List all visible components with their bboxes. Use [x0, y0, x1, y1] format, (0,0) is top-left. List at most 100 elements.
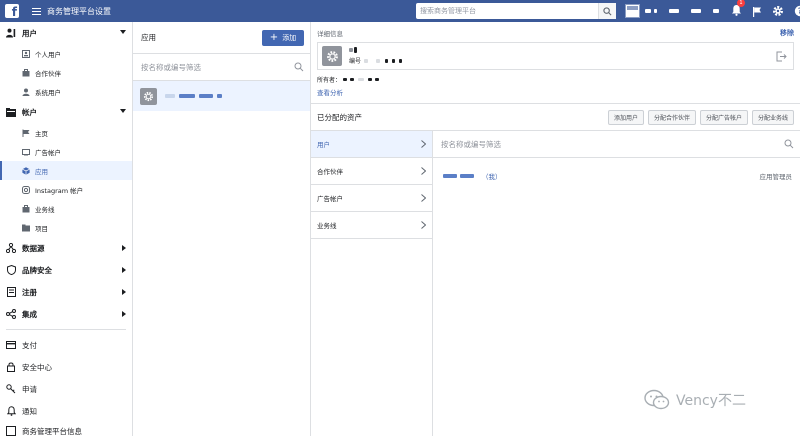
sidebar-item-data-sources[interactable]: 数据源 [0, 237, 132, 259]
facebook-logo-icon[interactable]: f [5, 4, 19, 18]
assign-ad-account-button[interactable]: 分配广告帐户 [699, 110, 748, 125]
user-row[interactable]: （我） 应用管理员 [433, 158, 800, 194]
business-avatar[interactable] [625, 4, 640, 18]
blurred-text [179, 94, 195, 98]
sidebar-item-pages[interactable]: 主页 [0, 123, 132, 142]
category-label: 业务线 [317, 222, 337, 230]
sidebar-item-partners[interactable]: 合作伙伴 [0, 63, 132, 82]
ad-account-icon [21, 148, 30, 155]
sidebar-item-integrations[interactable]: 集成 [0, 303, 132, 325]
app-list-item[interactable] [133, 81, 310, 111]
details-label: 详细信息 [317, 30, 343, 38]
sidebar-item-ad-accounts[interactable]: 广告帐户 [0, 142, 132, 161]
remove-app-link[interactable]: 移除 [780, 28, 794, 38]
app-list-panel: 应用 + 添加 [133, 22, 311, 436]
business-line-icon [22, 204, 29, 212]
add-app-button[interactable]: + 添加 [262, 30, 304, 46]
assign-partner-button[interactable]: 分配合作伙伴 [647, 110, 696, 125]
sidebar-item-notifications[interactable]: 通知 [0, 400, 132, 422]
integration-icon [6, 309, 16, 319]
menu-icon[interactable] [32, 7, 41, 15]
folder-icon [6, 107, 16, 117]
key-icon [6, 384, 16, 394]
sidebar-item-instagram-accounts[interactable]: Instagram 帐户 [0, 180, 132, 199]
sidebar-section-label: 帐户 [22, 107, 37, 117]
blurred-text [691, 9, 701, 13]
caret-right-icon [122, 245, 126, 251]
gear-icon[interactable] [772, 5, 784, 17]
category-business-lines[interactable]: 业务线 [311, 212, 432, 239]
category-ad-accounts[interactable]: 广告帐户 [311, 185, 432, 212]
user-filter-input[interactable] [433, 139, 753, 149]
shield-icon [6, 265, 16, 275]
app-details: 详细信息 移除 编号 所有者 ： 查看分析 [311, 22, 800, 104]
sidebar-item-security-center[interactable]: 安全中心 [0, 356, 132, 378]
sidebar-item-brand-safety[interactable]: 品牌安全 [0, 259, 132, 281]
info-icon [6, 426, 16, 436]
assign-business-line-button[interactable]: 分配业务线 [751, 110, 794, 125]
sidebar-item-label: 通知 [22, 406, 37, 416]
watermark-text: Vency不二 [676, 393, 746, 409]
blurred-text [368, 78, 373, 81]
data-source-icon [6, 243, 16, 253]
blurred-text [343, 78, 348, 81]
top-bar: f 商务管理平台设置 1 ? [0, 0, 800, 22]
caret-down-icon [120, 30, 126, 34]
blurred-text [364, 58, 369, 63]
sidebar-section-users[interactable]: 用户 [0, 22, 132, 44]
system-user-icon [22, 88, 29, 96]
sidebar-item-label: 注册 [22, 287, 37, 297]
blurred-text [392, 58, 396, 63]
caret-right-icon [122, 267, 126, 273]
app-id-label: 编号 [349, 58, 362, 65]
add-app-label: 添加 [282, 34, 297, 42]
search-box [416, 3, 616, 19]
blurred-text [358, 78, 365, 81]
sidebar-item-people[interactable]: 个人用户 [0, 44, 132, 63]
sidebar-item-label: 申请 [22, 384, 37, 394]
blurred-text [713, 9, 719, 13]
caret-down-icon [120, 109, 126, 113]
sidebar-item-label: 商务管理平台信息 [22, 427, 82, 436]
sidebar-item-business-lines[interactable]: 业务线 [0, 199, 132, 218]
exit-icon[interactable] [776, 51, 787, 62]
view-analytics-link[interactable]: 查看分析 [317, 87, 794, 97]
sidebar-item-registrations[interactable]: 注册 [0, 281, 132, 303]
category-users[interactable]: 用户 [311, 131, 432, 158]
sidebar-item-label: 个人用户 [35, 50, 61, 59]
sidebar-divider [6, 329, 126, 330]
category-partners[interactable]: 合作伙伴 [311, 158, 432, 185]
cube-icon [21, 166, 30, 175]
app-filter-input[interactable] [133, 62, 283, 72]
search-input[interactable] [416, 4, 596, 18]
blurred-text [669, 9, 679, 13]
sidebar-item-business-info[interactable]: 商务管理平台信息 [0, 422, 132, 436]
people-icon [6, 28, 16, 38]
blurred-text [165, 94, 175, 98]
sidebar-item-apps[interactable]: 应用 [0, 161, 132, 180]
help-icon[interactable]: ? [794, 5, 800, 17]
blurred-text [399, 58, 403, 63]
notifications-button[interactable]: 1 [731, 0, 745, 18]
sidebar-section-accounts[interactable]: 帐户 [0, 101, 132, 123]
flag-icon[interactable] [752, 6, 762, 17]
app-list-header: 应用 + 添加 [133, 22, 310, 54]
blurred-text [443, 174, 457, 178]
sidebar-item-projects[interactable]: 项目 [0, 218, 132, 237]
register-icon [6, 287, 16, 297]
app-card: 编号 [317, 42, 794, 70]
add-user-button[interactable]: 添加用户 [607, 110, 644, 125]
app-filter [133, 54, 310, 81]
blurred-text [376, 58, 381, 63]
search-button[interactable] [598, 3, 616, 19]
briefcase-icon [22, 68, 29, 76]
sidebar-section-label: 用户 [22, 28, 37, 38]
person-card-icon [21, 49, 30, 58]
sidebar-item-requests[interactable]: 申请 [0, 378, 132, 400]
sidebar-item-system-users[interactable]: 系统用户 [0, 82, 132, 101]
current-user-tag: （我） [482, 173, 502, 181]
plus-icon: + [269, 32, 279, 43]
lock-icon [7, 362, 15, 372]
sidebar-item-payments[interactable]: 支付 [0, 334, 132, 356]
owner-row: 所有者 ： [317, 75, 794, 84]
